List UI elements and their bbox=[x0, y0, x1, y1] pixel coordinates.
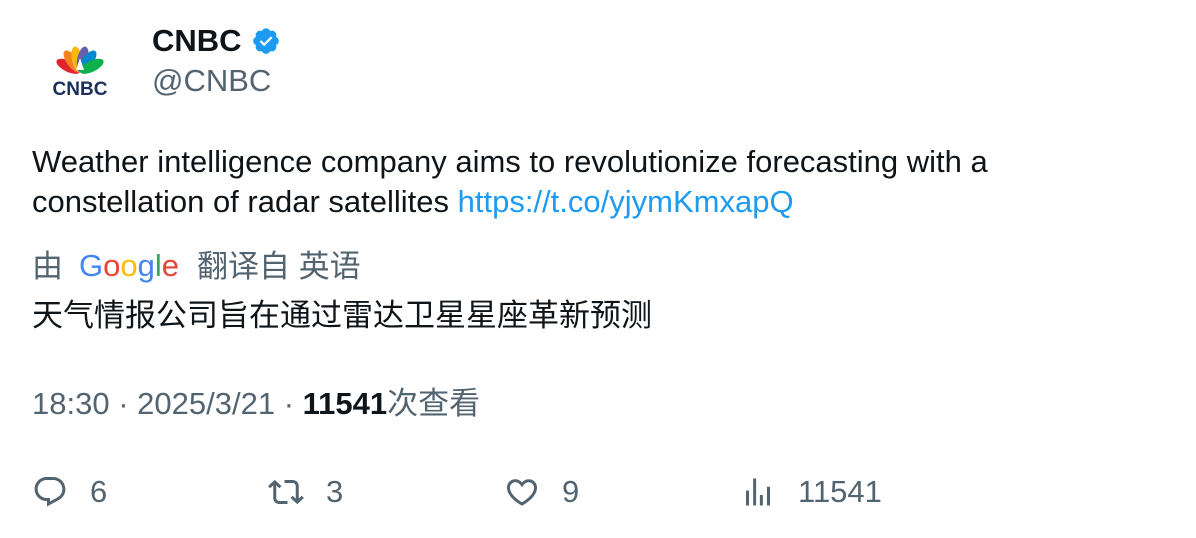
tweet-link[interactable]: https://t.co/yjymKmxapQ bbox=[458, 184, 794, 219]
views-chart-icon bbox=[746, 478, 770, 506]
verified-badge-icon bbox=[252, 28, 279, 54]
tweet-time[interactable]: 18:30 bbox=[32, 386, 110, 421]
like-count: 9 bbox=[562, 474, 580, 509]
reply-button[interactable]: 6 bbox=[32, 470, 107, 514]
views-count: 11541 bbox=[798, 474, 882, 509]
views-button[interactable]: 11541 bbox=[740, 470, 882, 514]
logo-wordmark: CNBC bbox=[53, 79, 108, 100]
tweet-meta: 18:30 · 2025/3/21 · 11541次查看 bbox=[32, 384, 480, 424]
svg-text:Google: Google bbox=[79, 248, 179, 283]
tweet-date[interactable]: 2025/3/21 bbox=[137, 386, 275, 421]
google-logo-icon: Google bbox=[79, 248, 179, 283]
meta-separator: · bbox=[283, 386, 295, 421]
cnbc-logo: CNBC bbox=[53, 46, 108, 100]
author-name[interactable]: CNBC bbox=[152, 22, 242, 60]
reply-count: 6 bbox=[90, 474, 108, 509]
translation-attribution: 由 Google 翻译自 英语 bbox=[32, 247, 361, 287]
translation-prefix: 由 bbox=[32, 249, 63, 284]
tweet-text: Weather intelligence company aims to rev… bbox=[32, 142, 1152, 222]
like-button[interactable]: 9 bbox=[504, 470, 579, 514]
author-name-row[interactable]: CNBC bbox=[152, 22, 281, 60]
translated-text: 天气情报公司旨在通过雷达卫星星座革新预测 bbox=[32, 298, 652, 333]
retweet-count: 3 bbox=[326, 474, 344, 509]
reply-icon bbox=[34, 477, 66, 507]
translation-suffix: 翻译自 英语 bbox=[197, 249, 361, 284]
author-handle[interactable]: @CNBC bbox=[152, 62, 271, 100]
view-count: 11541 bbox=[302, 386, 388, 421]
view-count-label: 次查看 bbox=[387, 386, 481, 421]
avatar[interactable]: CNBC bbox=[32, 22, 128, 118]
heart-icon bbox=[506, 479, 538, 506]
retweet-button[interactable]: 3 bbox=[268, 470, 343, 514]
meta-separator: · bbox=[118, 386, 129, 421]
retweet-icon bbox=[268, 479, 304, 505]
